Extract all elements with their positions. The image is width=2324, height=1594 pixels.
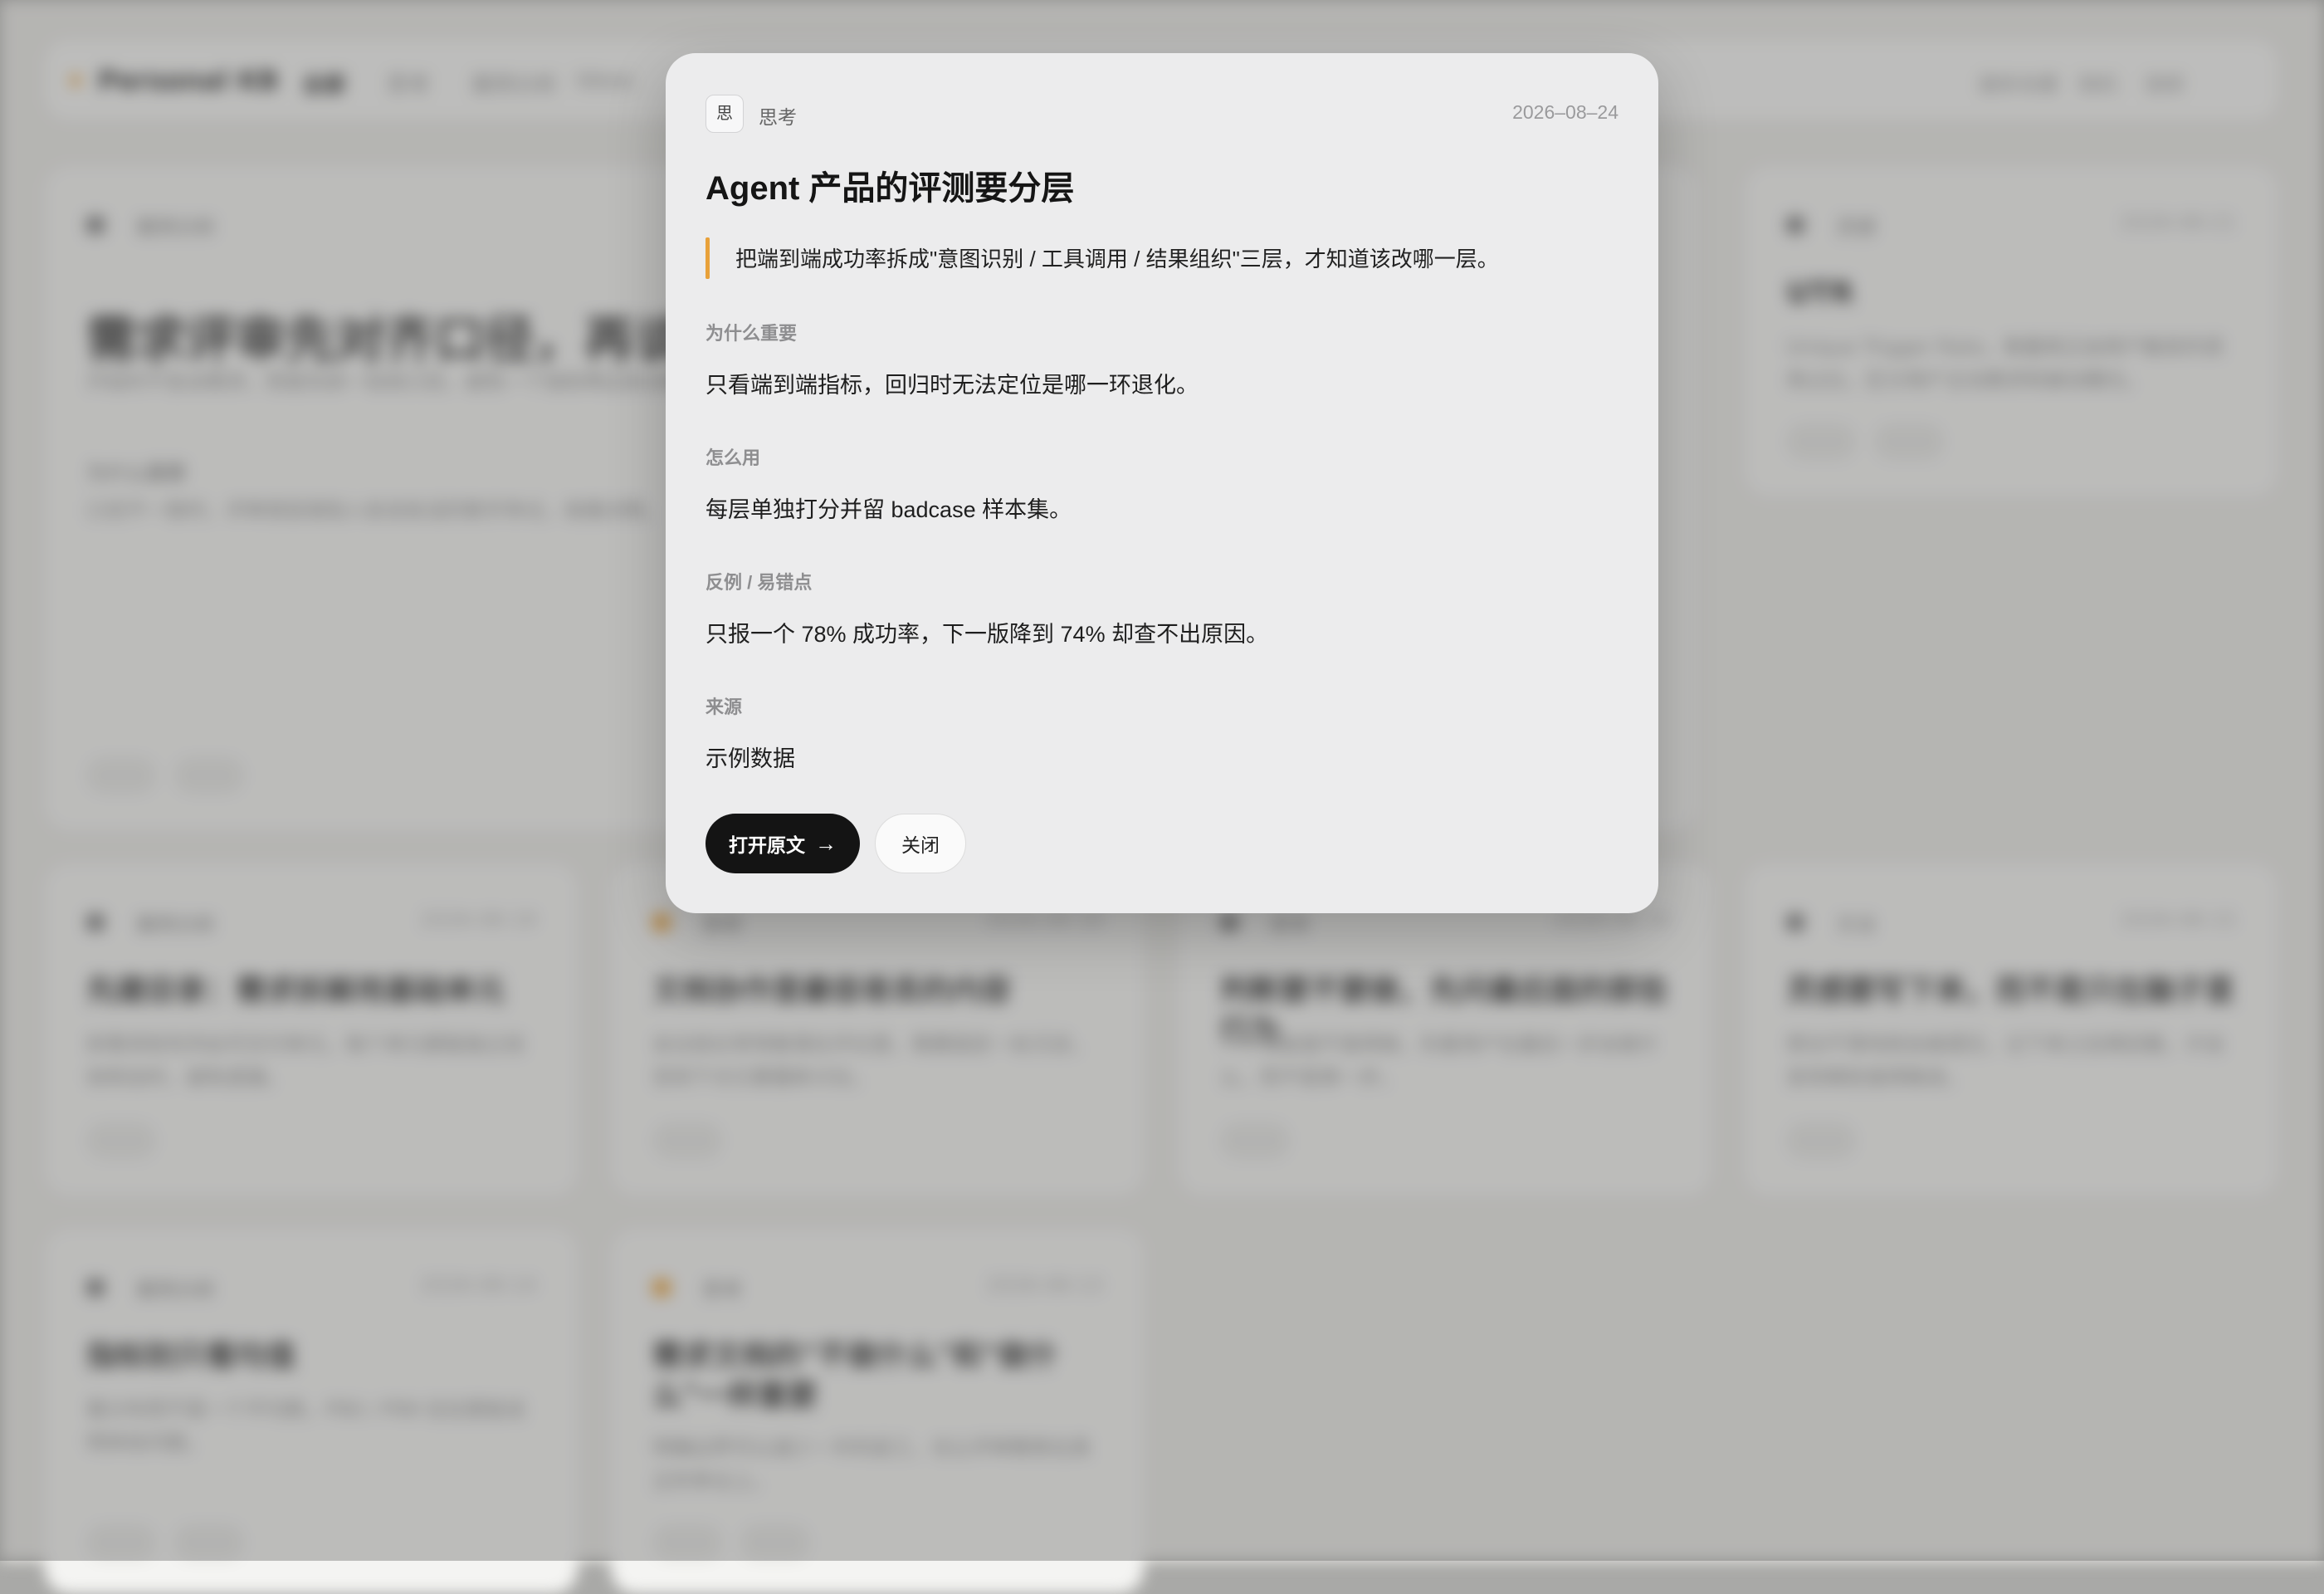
section-text-how: 每层单独打分并留 badcase 样本集。 xyxy=(706,497,1072,522)
open-original-label: 打开原文 xyxy=(729,834,805,856)
modal-date: 2026–08–24 xyxy=(1512,101,1618,123)
category-badge-icon: 思 xyxy=(706,95,744,133)
section-text-pitfalls: 只报一个 78% 成功率，下一版降到 74% 却查不出原因。 xyxy=(706,622,1269,647)
arrow-right-icon: → xyxy=(815,830,837,856)
section-text-why: 只看端到端指标，回归时无法定位是哪一环退化。 xyxy=(706,373,1199,398)
section-label-source: 来源 xyxy=(706,697,743,717)
modal-summary-quote: 把端到端成功率拆成"意图识别 / 工具调用 / 结果组织"三层，才知道该改哪一层… xyxy=(735,247,1499,271)
section-text-source: 示例数据 xyxy=(706,746,795,771)
modal-category: 思考 xyxy=(759,106,797,128)
section-label-pitfalls: 反例 / 易错点 xyxy=(706,572,813,593)
close-button[interactable]: 关闭 xyxy=(875,814,966,873)
open-original-button[interactable]: 打开原文 → xyxy=(706,814,860,873)
quote-accent-bar xyxy=(706,237,710,279)
modal-title: Agent 产品的评测要分层 xyxy=(706,170,1075,207)
section-label-why: 为什么重要 xyxy=(706,323,798,344)
note-detail-modal: 思 思考 2026–08–24 Agent 产品的评测要分层 把端到端成功率拆成… xyxy=(666,53,1658,913)
section-label-how: 怎么用 xyxy=(706,447,761,468)
